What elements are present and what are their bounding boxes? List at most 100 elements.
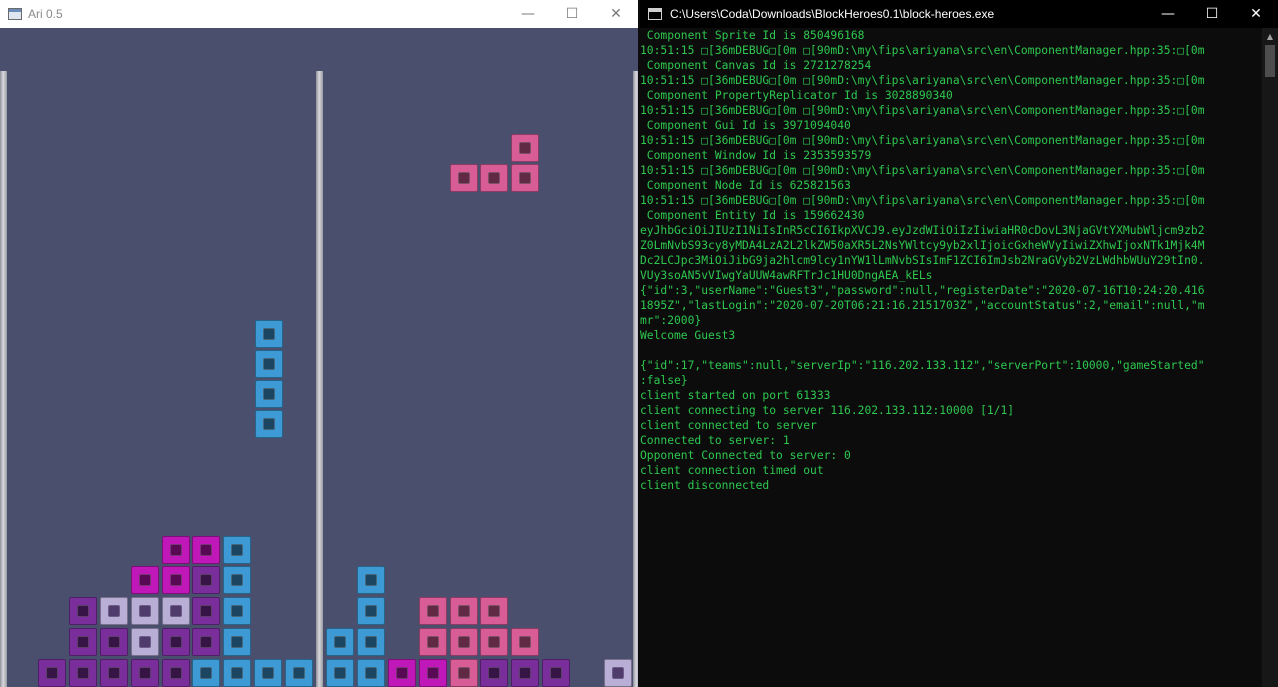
stack-block	[542, 659, 570, 687]
console-line: Component Entity Id is 159662430	[640, 209, 865, 222]
console-line: Welcome Guest3	[640, 329, 736, 342]
stack-block	[100, 597, 128, 625]
stack-block	[511, 628, 539, 656]
right-board-right-wall	[633, 71, 638, 687]
minimize-icon[interactable]: —	[1146, 0, 1190, 28]
left-board-left-wall	[0, 71, 7, 687]
falling-piece-block	[255, 350, 283, 378]
console-app-icon	[648, 8, 662, 20]
minimize-icon[interactable]: —	[506, 0, 550, 28]
console-window: C:\Users\Coda\Downloads\BlockHeroes0.1\b…	[640, 0, 1278, 687]
stack-block	[388, 659, 416, 687]
falling-piece-block	[480, 164, 508, 192]
stack-block	[326, 628, 354, 656]
stack-block	[162, 659, 190, 687]
scrollbar-thumb[interactable]	[1265, 45, 1275, 77]
scroll-up-arrow-icon[interactable]: ▲	[1262, 28, 1278, 44]
stack-block	[450, 628, 478, 656]
stack-block	[131, 659, 159, 687]
stack-block	[192, 566, 220, 594]
stack-block	[480, 628, 508, 656]
stack-block	[69, 597, 97, 625]
console-window-title: C:\Users\Coda\Downloads\BlockHeroes0.1\b…	[670, 7, 995, 21]
maximize-icon[interactable]: ☐	[550, 0, 594, 28]
console-line: Component Window Id is 2353593579	[640, 149, 872, 162]
stack-block	[357, 566, 385, 594]
stack-block	[480, 597, 508, 625]
board-divider-wall	[316, 71, 323, 687]
stack-block	[450, 659, 478, 687]
console-line: 10:51:15 □[36mDEBUG□[0m □[90mD:\my\fips\…	[640, 134, 1205, 147]
console-line: 10:51:15 □[36mDEBUG□[0m □[90mD:\my\fips\…	[640, 194, 1205, 207]
maximize-icon[interactable]: ☐	[1190, 0, 1234, 28]
console-line: Dc2LCJpc3MiOiJibG9ja2hlcm9lcy1nYW1lLmNvb…	[640, 254, 1205, 267]
console-line: 10:51:15 □[36mDEBUG□[0m □[90mD:\my\fips\…	[640, 164, 1205, 177]
falling-piece-block	[450, 164, 478, 192]
stack-block	[192, 628, 220, 656]
stack-block	[162, 536, 190, 564]
game-window-titlebar[interactable]: Ari 0.5 — ☐ ✕	[0, 0, 638, 28]
console-line: 10:51:15 □[36mDEBUG□[0m □[90mD:\my\fips\…	[640, 74, 1205, 87]
console-line: :false}	[640, 374, 688, 387]
falling-piece-block	[255, 320, 283, 348]
app-window-icon	[8, 8, 22, 20]
console-window-titlebar[interactable]: C:\Users\Coda\Downloads\BlockHeroes0.1\b…	[640, 0, 1278, 28]
falling-piece-block	[511, 164, 539, 192]
stack-block	[162, 628, 190, 656]
stack-block	[480, 659, 508, 687]
falling-piece-block	[255, 410, 283, 438]
stack-block	[223, 659, 251, 687]
console-window-controls: — ☐ ✕	[1146, 0, 1278, 28]
stack-block	[131, 597, 159, 625]
game-window: Ari 0.5 — ☐ ✕	[0, 0, 638, 687]
console-line: Component Gui Id is 3971094040	[640, 119, 851, 132]
console-line: client connection timed out	[640, 464, 824, 477]
stack-block	[419, 628, 447, 656]
console-line: 1895Z","lastLogin":"2020-07-20T06:21:16.…	[640, 299, 1205, 312]
stack-block	[38, 659, 66, 687]
game-window-controls: — ☐ ✕	[506, 0, 638, 28]
stack-block	[254, 659, 282, 687]
console-line: Component PropertyReplicator Id is 30288…	[640, 89, 953, 102]
console-line: {"id":17,"teams":null,"serverIp":"116.20…	[640, 359, 1205, 372]
stack-block	[162, 566, 190, 594]
stack-block	[192, 597, 220, 625]
stack-block	[100, 628, 128, 656]
stack-block	[223, 597, 251, 625]
stack-block	[450, 597, 478, 625]
stack-block	[223, 628, 251, 656]
close-icon[interactable]: ✕	[594, 0, 638, 28]
console-scrollbar[interactable]: ▲	[1262, 28, 1278, 687]
stack-block	[131, 566, 159, 594]
console-line: 10:51:15 □[36mDEBUG□[0m □[90mD:\my\fips\…	[640, 104, 1205, 117]
console-line: Z0LmNvbS93cy8yMDA4LzA2L2lkZW50aXR5L2NsYW…	[640, 239, 1205, 252]
stack-block	[285, 659, 313, 687]
stack-block	[100, 659, 128, 687]
stack-block	[604, 659, 632, 687]
stack-block	[511, 659, 539, 687]
stack-block	[357, 659, 385, 687]
console-line: Opponent Connected to server: 0	[640, 449, 851, 462]
console-line: client connecting to server 116.202.133.…	[640, 404, 1015, 417]
console-line: Connected to server: 1	[640, 434, 790, 447]
console-line: eyJhbGciOiJIUzI1NiIsInR5cCI6IkpXVCJ9.eyJ…	[640, 224, 1205, 237]
stack-block	[69, 628, 97, 656]
stack-block	[419, 659, 447, 687]
game-canvas[interactable]	[0, 28, 638, 687]
stack-block	[192, 659, 220, 687]
stack-block	[357, 628, 385, 656]
console-output[interactable]: Component Sprite Id is 850496168 10:51:15…	[640, 28, 1262, 687]
falling-piece-block	[511, 134, 539, 162]
stack-block	[357, 597, 385, 625]
game-window-title: Ari 0.5	[28, 7, 63, 21]
stack-block	[162, 597, 190, 625]
console-line: VUy3soAN5vVIwgYaUUW4awRFTrJc1HU0DngAEA_k…	[640, 269, 933, 282]
console-line: Component Canvas Id is 2721278254	[640, 59, 872, 72]
console-line: client started on port 61333	[640, 389, 831, 402]
console-line: mr":2000}	[640, 314, 702, 327]
console-line: Component Node Id is 625821563	[640, 179, 851, 192]
stack-block	[192, 536, 220, 564]
stack-block	[326, 659, 354, 687]
close-icon[interactable]: ✕	[1234, 0, 1278, 28]
